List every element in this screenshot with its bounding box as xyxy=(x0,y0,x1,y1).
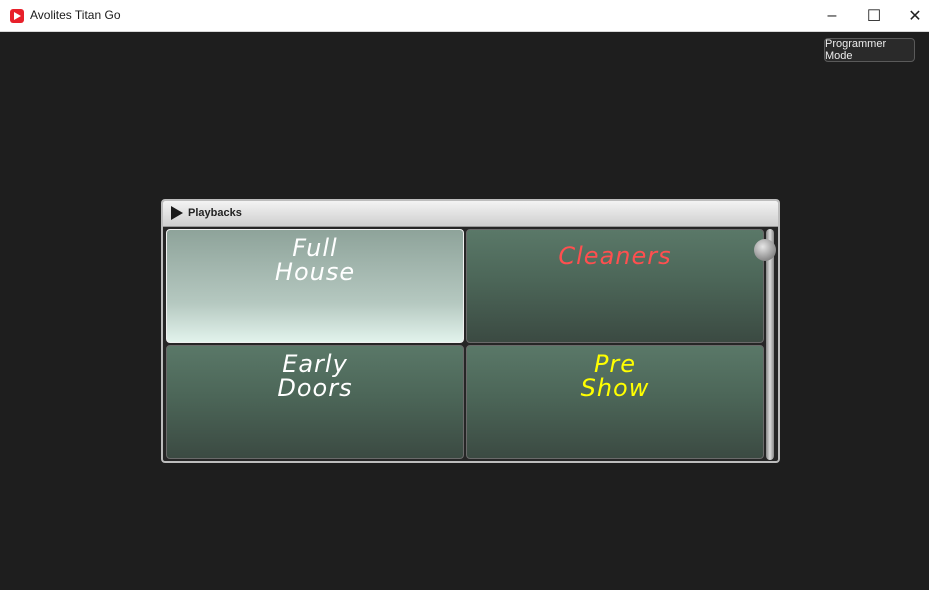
playback-tile-pre-show[interactable]: Pre Show xyxy=(466,345,764,459)
play-icon xyxy=(171,206,183,220)
playback-label-pre-show: Pre Show xyxy=(580,350,650,402)
programmer-mode-button[interactable]: Programmer Mode xyxy=(824,38,915,62)
playback-label-cleaners: Cleaners xyxy=(558,242,672,270)
scrollbar-thumb[interactable] xyxy=(754,239,776,261)
playbacks-title: Playbacks xyxy=(188,207,242,219)
playbacks-panel: Playbacks Full House Cleaners Early Door… xyxy=(161,199,780,463)
playback-label-early-doors: Early Doors xyxy=(277,350,353,402)
window-title: Avolites Titan Go xyxy=(30,8,121,22)
maximize-icon: ☐ xyxy=(866,8,882,25)
playbacks-scrollbar[interactable] xyxy=(766,229,774,460)
playback-tile-cleaners[interactable]: Cleaners xyxy=(466,229,764,343)
playback-tile-early-doors[interactable]: Early Doors xyxy=(166,345,464,459)
playbacks-header[interactable]: Playbacks xyxy=(163,201,778,227)
playback-label-full-house: Full House xyxy=(274,234,356,286)
minimize-button[interactable]: – xyxy=(810,0,854,32)
close-icon: ✕ xyxy=(908,8,922,25)
minimize-icon: – xyxy=(827,7,837,24)
app-icon xyxy=(10,9,24,23)
playback-tile-full-house[interactable]: Full House xyxy=(166,229,464,343)
maximize-button[interactable]: ☐ xyxy=(852,0,896,32)
title-bar: Avolites Titan Go – ☐ ✕ xyxy=(0,0,929,32)
close-button[interactable]: ✕ xyxy=(893,0,929,32)
